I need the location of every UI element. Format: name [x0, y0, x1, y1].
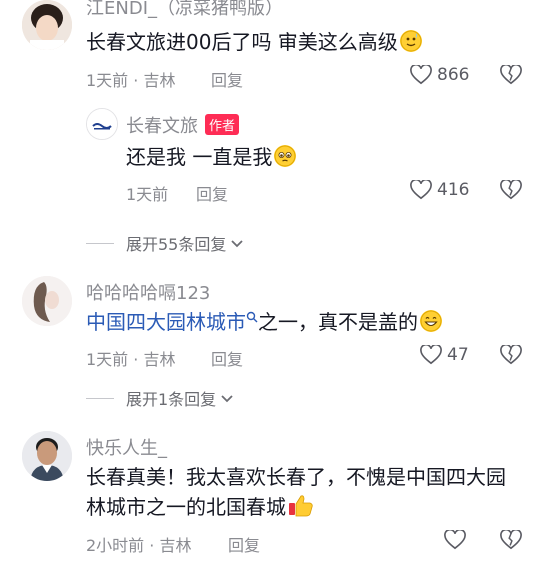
reply-button[interactable]: 回复 [228, 532, 260, 556]
broken-heart-icon [500, 178, 522, 200]
comment-username[interactable]: 江ENDI_（凉菜猪鸭版） [86, 0, 283, 20]
comment-username[interactable]: 快乐人生_ [86, 434, 167, 460]
avatar[interactable] [22, 431, 72, 481]
heart-icon [444, 530, 466, 550]
reply-button[interactable]: 回复 [211, 67, 243, 91]
comment-text: 长春文旅进00后了吗 审美这么高级 [86, 27, 422, 57]
comment-location: 吉林 [143, 71, 176, 90]
search-keyword-link[interactable]: 中国四大园林城市 [86, 310, 246, 334]
search-icon[interactable] [246, 311, 258, 323]
like-button[interactable]: 866 [410, 65, 469, 85]
comment-text-body: 林城市之一的北国春城 [86, 495, 286, 519]
comment-time: 1天前 [86, 71, 129, 90]
comment-meta: 1天前 · 吉林 [86, 67, 175, 91]
smiling-sweat-emoji-icon [399, 30, 422, 52]
dislike-button[interactable] [500, 178, 522, 204]
heart-icon [410, 65, 432, 85]
avatar[interactable] [22, 0, 72, 50]
reply-text: 还是我 一直是我 [126, 142, 297, 172]
dislike-button[interactable] [500, 63, 522, 89]
expand-replies-label: 展开55条回复 [126, 235, 227, 254]
comment-text-body: 长春文旅进00后了吗 审美这么高级 [86, 30, 398, 54]
reply-text-body: 还是我 一直是我 [126, 145, 273, 169]
divider-line [86, 242, 114, 244]
avatar[interactable] [22, 276, 72, 326]
comment-text-line-2: 林城市之一的北国春城 [86, 492, 314, 525]
reply-button[interactable]: 回复 [196, 181, 228, 205]
expand-replies-button[interactable]: 展开55条回复 [86, 231, 245, 255]
comment-location: 吉林 [159, 536, 192, 555]
reply-button[interactable]: 回复 [211, 346, 243, 370]
comment-location: 吉林 [143, 350, 176, 369]
expand-replies-button[interactable]: 展开1条回复 [86, 386, 235, 410]
comment-text: 中国四大园林城市 之一，真不是盖的 [86, 307, 442, 337]
grinning-face-emoji-icon [420, 310, 442, 332]
like-count: 416 [437, 180, 470, 200]
like-button[interactable]: 47 [420, 345, 469, 365]
comment-meta: 2小时前 · 吉林 [86, 532, 191, 556]
heart-icon [420, 345, 442, 365]
like-count: 866 [437, 65, 470, 85]
comment-time: 2小时前 [86, 536, 145, 555]
dislike-button[interactable] [500, 528, 522, 554]
separator-dot: · [133, 350, 139, 369]
heart-icon [410, 180, 432, 200]
user-avatar-image [22, 276, 72, 326]
comment-text-line-1: 长春真美！我太喜欢长春了，不愧是中国四大园 [86, 465, 506, 489]
user-avatar-image [22, 431, 72, 481]
comment-time: 1天前 [86, 350, 129, 369]
user-avatar-image [22, 0, 72, 50]
pleading-face-emoji-icon [274, 145, 297, 167]
author-avatar[interactable] [86, 108, 118, 140]
author-badge: 作者 [205, 114, 240, 135]
like-button[interactable]: 416 [410, 180, 469, 200]
expand-replies-label: 展开1条回复 [126, 390, 217, 409]
logo-icon [87, 109, 117, 139]
reply-username[interactable]: 长春文旅 [126, 112, 198, 138]
broken-heart-icon [500, 343, 522, 365]
separator-dot: · [149, 536, 155, 555]
broken-heart-icon [500, 528, 522, 550]
chevron-down-icon [221, 395, 233, 403]
dislike-button[interactable] [500, 343, 522, 369]
comment-meta: 1天前 · 吉林 [86, 346, 175, 370]
thumbs-up-emoji-icon [288, 493, 314, 525]
like-button[interactable] [444, 530, 466, 550]
separator-dot: · [133, 71, 139, 90]
divider-line [86, 397, 114, 399]
chevron-down-icon [231, 240, 244, 248]
comment-username[interactable]: 哈哈哈哈嗝123 [86, 279, 210, 305]
like-count: 47 [447, 345, 469, 365]
comment-text-body: 之一，真不是盖的 [258, 310, 418, 334]
reply-time: 1天前 [126, 185, 169, 204]
broken-heart-icon [500, 63, 522, 85]
